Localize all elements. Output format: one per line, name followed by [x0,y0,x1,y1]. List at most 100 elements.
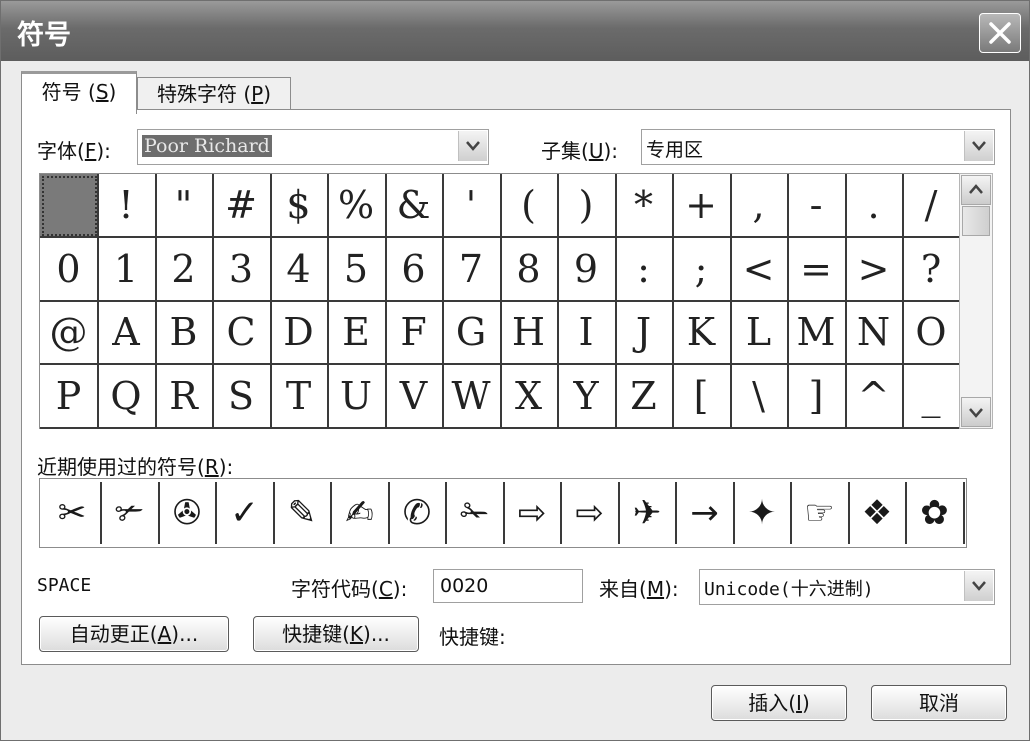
symbol-cell[interactable]: & [385,174,444,238]
symbol-cell[interactable]: V [385,364,444,429]
symbol-cell[interactable]: 3 [212,237,272,302]
recent-symbol-cell[interactable]: ✇ [159,482,217,544]
symbol-cell[interactable]: F [385,301,444,365]
symbol-cell[interactable]: S [212,364,272,429]
insert-button[interactable]: 插入(I) [711,685,847,721]
from-dropdown-button[interactable] [964,571,993,601]
tab-symbols[interactable]: 符号 (S) [21,71,137,114]
scroll-down-button[interactable] [961,397,991,427]
symbol-cell[interactable]: < [730,237,789,302]
symbol-grid-scrollbar[interactable] [959,173,993,429]
recent-symbol-cell[interactable]: ✍ [332,482,390,544]
recent-symbol-cell[interactable]: ✿ [907,482,965,544]
symbol-cell[interactable]: 7 [442,237,502,302]
recent-symbol-cell[interactable]: ⇨ [562,482,620,544]
symbol-cell[interactable]: G [442,301,502,365]
symbol-cell[interactable]: ) [557,174,617,238]
symbol-cell[interactable]: @ [40,301,99,365]
recent-symbols[interactable]: ✂ ✃ ✇ ✓ ✎ ✍ ✆ ✁ ⇨ ⇨ ✈ → ✦ ☞ ❖ ✿ [39,478,967,548]
symbol-cell[interactable]: $ [270,174,329,238]
symbol-cell[interactable]: A [97,301,157,365]
symbol-cell[interactable]: 4 [270,237,329,302]
symbol-cell[interactable]: L [730,301,789,365]
symbol-cell[interactable]: " [155,174,214,238]
symbol-cell[interactable]: - [787,174,847,238]
recent-symbol-cell[interactable]: ✓ [217,482,275,544]
symbol-cell[interactable]: T [270,364,329,429]
recent-symbol-cell[interactable]: ❖ [849,482,907,544]
recent-symbol-cell[interactable]: → [677,482,735,544]
symbol-cell[interactable] [40,174,99,238]
symbol-cell[interactable]: X [500,364,559,429]
symbol-cell[interactable]: K [672,301,732,365]
symbol-cell[interactable]: 9 [557,237,617,302]
symbol-cell[interactable]: . [845,174,904,238]
shortcut-key-button[interactable]: 快捷键(K)... [253,616,419,652]
symbol-cell[interactable]: B [155,301,214,365]
symbol-cell[interactable]: + [672,174,732,238]
symbol-grid[interactable]: ! " # $% & '() * +, -./ 0 1 2 3 4 5 6 7 8 9:; < = >? @ A B C D E F G H… [39,173,962,429]
symbol-cell[interactable]: E [327,301,387,365]
symbol-cell[interactable]: ( [500,174,559,238]
char-code-input[interactable]: 0020 [433,569,583,603]
recent-symbol-cell[interactable]: ✂ [44,482,102,544]
symbol-cell[interactable]: [ [672,364,732,429]
symbol-cell[interactable]: * [615,174,674,238]
recent-symbol-cell[interactable]: ⇨ [504,482,562,544]
from-select[interactable]: Unicode(十六进制) [699,569,995,605]
symbol-cell[interactable]: P [40,364,99,429]
symbol-cell[interactable]: Z [615,364,674,429]
symbol-cell[interactable]: ] [787,364,847,429]
recent-symbol-cell[interactable]: ☞ [792,482,850,544]
symbol-cell[interactable]: Q [97,364,157,429]
scroll-thumb[interactable] [962,206,990,236]
symbol-cell[interactable]: : [615,237,674,302]
symbol-cell[interactable]: O [902,301,962,365]
font-dropdown-button[interactable] [458,131,487,161]
symbol-cell[interactable]: 6 [385,237,444,302]
symbol-cell[interactable]: R [155,364,214,429]
symbol-cell[interactable]: 0 [40,237,99,302]
symbol-cell[interactable]: / [902,174,962,238]
symbol-cell[interactable]: > [845,237,904,302]
symbol-cell[interactable]: ! [97,174,157,238]
symbol-cell[interactable]: 8 [500,237,559,302]
symbol-cell[interactable]: = [787,237,847,302]
recent-symbol-cell[interactable]: ✈ [619,482,677,544]
scroll-up-button[interactable] [961,175,991,205]
symbol-cell[interactable]: 1 [97,237,157,302]
symbol-cell[interactable]: M [787,301,847,365]
symbol-cell[interactable]: N [845,301,904,365]
recent-symbol-cell[interactable]: ✦ [734,482,792,544]
symbol-cell[interactable]: ; [672,237,732,302]
symbol-cell[interactable]: C [212,301,272,365]
symbol-cell[interactable]: # [212,174,272,238]
symbol-cell[interactable]: H [500,301,559,365]
symbol-cell[interactable]: ? [902,237,962,302]
cancel-button[interactable]: 取消 [871,685,1007,721]
symbol-cell[interactable]: W [442,364,502,429]
symbol-cell[interactable]: 5 [327,237,387,302]
tab-special-characters[interactable]: 特殊字符 (P) [137,77,291,112]
symbol-cell[interactable]: Y [557,364,617,429]
close-button[interactable] [979,13,1021,53]
symbol-cell[interactable]: I [557,301,617,365]
symbol-cell[interactable]: ^ [845,364,904,429]
symbol-cell[interactable]: , [730,174,789,238]
font-select[interactable]: Poor Richard [137,129,489,165]
recent-symbol-cell[interactable]: ✆ [389,482,447,544]
symbol-cell[interactable]: % [327,174,387,238]
subset-select[interactable]: 专用区 [641,129,995,165]
autocorrect-button[interactable]: 自动更正(A)... [39,616,229,652]
symbol-cell[interactable]: ' [442,174,502,238]
symbol-cell[interactable]: D [270,301,329,365]
symbol-cell[interactable]: 2 [155,237,214,302]
symbol-cell[interactable]: U [327,364,387,429]
subset-dropdown-button[interactable] [964,131,993,161]
recent-symbol-cell[interactable]: ✃ [102,482,160,544]
symbol-cell[interactable]: J [615,301,674,365]
recent-symbol-cell[interactable]: ✁ [447,482,505,544]
recent-symbol-cell[interactable]: ✎ [274,482,332,544]
symbol-cell[interactable]: \ [730,364,789,429]
symbol-cell[interactable]: _ [902,364,962,429]
